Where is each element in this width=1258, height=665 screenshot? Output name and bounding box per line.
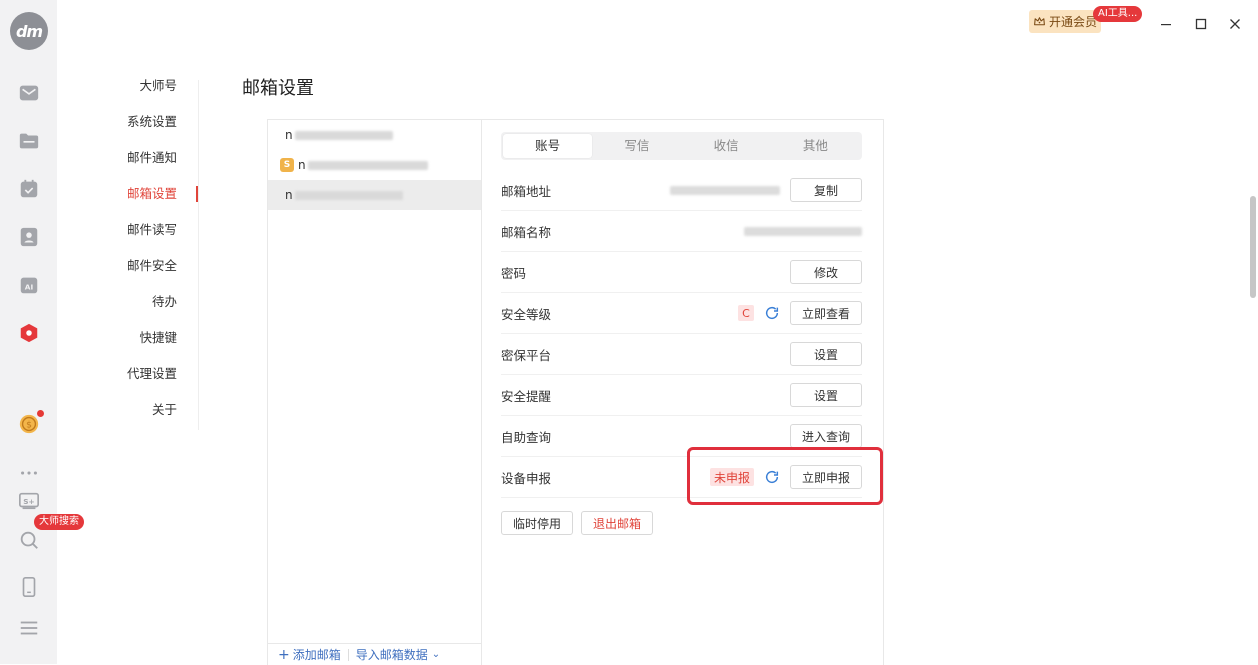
contacts-icon[interactable] xyxy=(17,225,41,249)
settings-nav: 大师号 系统设置 邮件通知 邮箱设置 邮件读写 邮件安全 待办 快捷键 代理设置… xyxy=(57,76,199,436)
nav-item-mail-read-write[interactable]: 邮件读写 xyxy=(57,220,199,256)
row-security-level: 安全等级 C 立即查看 xyxy=(501,293,862,334)
row-password: 密码 修改 xyxy=(501,252,862,293)
tab-receive[interactable]: 收信 xyxy=(682,134,771,158)
nav-item-proxy-settings[interactable]: 代理设置 xyxy=(57,364,199,400)
row-label: 密码 xyxy=(501,265,527,281)
logout-mailbox-button[interactable]: 退出邮箱 xyxy=(581,511,654,535)
nav-item-shortcuts[interactable]: 快捷键 xyxy=(57,328,199,364)
tab-other[interactable]: 其他 xyxy=(771,134,860,158)
row-email-name: 邮箱名称 xyxy=(501,211,862,252)
nav-item-mail-security[interactable]: 邮件安全 xyxy=(57,256,199,292)
blurred-account-text xyxy=(294,190,403,200)
blurred-account-text xyxy=(294,130,393,140)
security-platform-settings-button[interactable]: 设置 xyxy=(790,342,862,366)
tab-compose[interactable]: 写信 xyxy=(592,134,681,158)
folder-icon[interactable] xyxy=(17,129,41,153)
left-rail: dm AI $ S+ 大师搜索 xyxy=(0,0,84,664)
row-label: 密保平台 xyxy=(501,347,552,363)
nav-item-todo[interactable]: 待办 xyxy=(57,292,199,328)
menu-icon[interactable] xyxy=(17,616,41,640)
enter-query-button[interactable]: 进入查询 xyxy=(790,424,862,448)
coin-icon[interactable]: $ xyxy=(17,410,44,436)
page-title: 邮箱设置 xyxy=(242,78,314,99)
security-reminder-settings-button[interactable]: 设置 xyxy=(790,383,862,407)
highlight-annotation-box xyxy=(687,447,883,505)
row-label: 邮箱名称 xyxy=(501,224,552,240)
row-label: 邮箱地址 xyxy=(501,183,552,199)
vip-button[interactable]: 开通会员 xyxy=(1029,10,1101,33)
svg-text:S+: S+ xyxy=(23,497,34,506)
account-list: n S n n + 添加邮箱 导入邮箱数据 ⌄ xyxy=(268,120,482,665)
search-badge: 大师搜索 xyxy=(34,514,84,530)
vip-label: 开通会员 xyxy=(1048,15,1097,29)
view-now-button[interactable]: 立即查看 xyxy=(790,301,862,325)
mailbox-settings-card: n S n n + 添加邮箱 导入邮箱数据 ⌄ 账号 写信 收信 其他 邮箱地址… xyxy=(267,119,884,665)
blurred-name-value xyxy=(744,226,862,236)
account-name: n xyxy=(298,158,306,172)
crown-icon xyxy=(1033,15,1046,28)
import-mailbox-data-link[interactable]: 导入邮箱数据 xyxy=(356,646,428,663)
svg-text:$: $ xyxy=(26,420,32,431)
suspend-button[interactable]: 临时停用 xyxy=(501,511,574,535)
minimize-icon[interactable] xyxy=(1158,16,1174,32)
security-level-badge: C xyxy=(738,305,754,321)
nav-item-mail-notification[interactable]: 邮件通知 xyxy=(57,148,199,184)
blurred-account-text xyxy=(307,160,428,170)
app-logo: dm xyxy=(10,12,48,50)
chevron-down-icon[interactable]: ⌄ xyxy=(432,649,440,660)
account-item[interactable]: n xyxy=(268,120,481,150)
refresh-icon[interactable] xyxy=(764,305,780,321)
nav-item-master-account[interactable]: 大师号 xyxy=(57,76,199,112)
nav-item-system-settings[interactable]: 系统设置 xyxy=(57,112,199,148)
nav-item-about[interactable]: 关于 xyxy=(57,400,199,436)
row-label: 设备申报 xyxy=(501,470,552,486)
svg-text:AI: AI xyxy=(25,283,34,292)
row-security-reminder: 安全提醒 设置 xyxy=(501,375,862,416)
hexagon-app-icon[interactable] xyxy=(17,321,41,345)
nav-divider xyxy=(198,80,199,430)
more-icon[interactable] xyxy=(17,461,41,485)
s-badge-icon: S xyxy=(280,158,294,172)
mail-icon[interactable] xyxy=(17,81,41,105)
footer-separator xyxy=(347,648,349,661)
row-security-platform: 密保平台 设置 xyxy=(501,334,862,375)
close-icon[interactable] xyxy=(1227,16,1243,32)
nav-item-mailbox-settings[interactable]: 邮箱设置 xyxy=(57,184,199,220)
blurred-email-value xyxy=(670,185,780,195)
tab-account[interactable]: 账号 xyxy=(503,134,593,158)
phone-icon[interactable] xyxy=(17,575,41,599)
plus-icon: + xyxy=(278,646,290,663)
scrollbar-thumb[interactable] xyxy=(1250,196,1256,298)
account-name: n xyxy=(285,188,293,202)
account-name: n xyxy=(285,128,293,142)
ai-icon[interactable]: AI xyxy=(17,273,41,297)
row-email-address: 邮箱地址 复制 xyxy=(501,170,862,211)
ai-tools-badge[interactable]: AI工具... xyxy=(1093,6,1143,22)
row-label: 安全提醒 xyxy=(501,388,552,404)
row-label: 安全等级 xyxy=(501,306,552,322)
account-item-selected[interactable]: n xyxy=(268,180,481,210)
settings-tabs: 账号 写信 收信 其他 xyxy=(501,132,862,160)
bottom-actions: 临时停用 退出邮箱 xyxy=(501,511,862,535)
s-plus-icon[interactable]: S+ xyxy=(17,489,41,513)
maximize-icon[interactable] xyxy=(1193,16,1209,32)
row-label: 自助查询 xyxy=(501,429,552,445)
add-mailbox-link[interactable]: 添加邮箱 xyxy=(293,646,341,663)
notification-dot xyxy=(37,410,44,417)
account-item[interactable]: S n xyxy=(268,150,481,180)
calendar-icon[interactable] xyxy=(17,177,41,201)
search-icon[interactable] xyxy=(17,528,41,552)
copy-button[interactable]: 复制 xyxy=(790,178,862,202)
account-list-footer: + 添加邮箱 导入邮箱数据 ⌄ xyxy=(268,643,481,665)
change-password-button[interactable]: 修改 xyxy=(790,260,862,284)
